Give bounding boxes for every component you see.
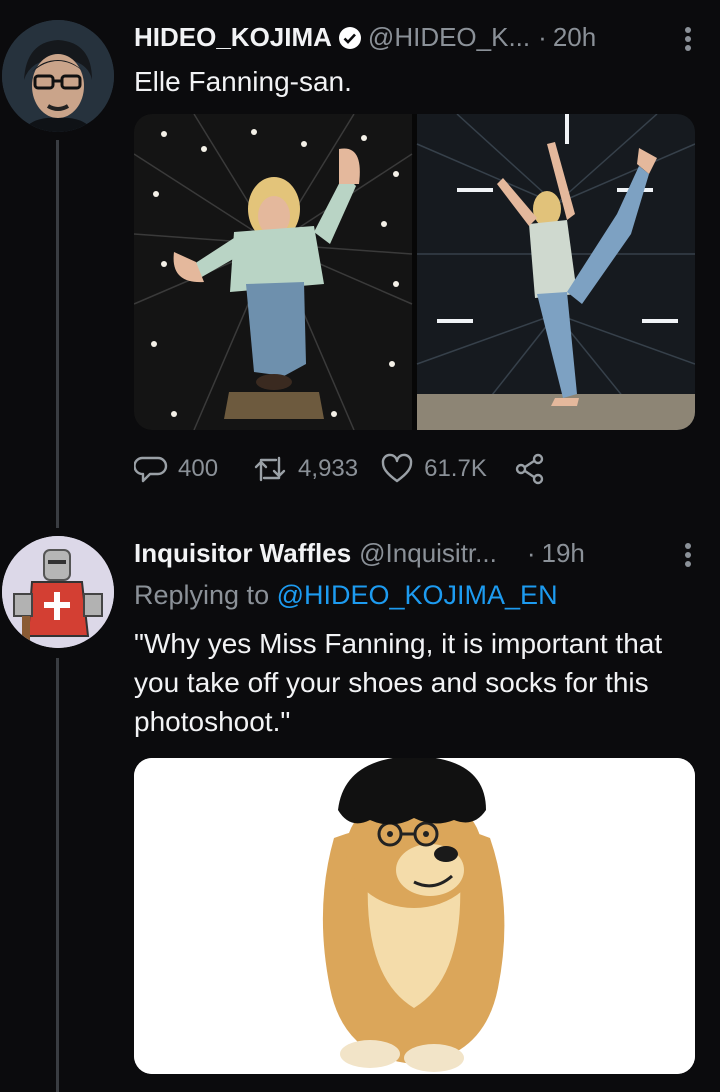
retweet-button[interactable]: 4,933 xyxy=(252,452,358,486)
media-image[interactable] xyxy=(134,758,695,1074)
avatar-kojima[interactable] xyxy=(2,20,114,132)
kojima-portrait xyxy=(2,20,114,132)
right-photo xyxy=(416,114,695,430)
share-icon xyxy=(515,453,544,485)
tweet-text: "Why yes Miss Fanning, it is important t… xyxy=(134,628,663,737)
photo-elle-fanning[interactable] xyxy=(134,114,695,430)
separator-dot: · xyxy=(526,538,536,568)
doge-kojima-image[interactable] xyxy=(134,758,695,1074)
more-icon[interactable] xyxy=(684,542,692,574)
display-name[interactable]: Inquisitor Waffles xyxy=(134,538,351,569)
like-button[interactable]: 61.7K xyxy=(380,452,487,486)
more-icon[interactable] xyxy=(684,26,692,58)
knight-avatar xyxy=(2,536,114,648)
tweet-text: Elle Fanning-san. xyxy=(134,66,352,97)
replying-handle-link[interactable]: @HIDEO_KOJIMA_EN xyxy=(277,580,558,610)
avatar-inquisitor[interactable] xyxy=(2,536,114,648)
handle[interactable]: @HIDEO_K... xyxy=(368,22,530,53)
media-grid[interactable] xyxy=(134,114,695,430)
action-bar: 400 4,933 61.7K xyxy=(134,452,581,486)
like-icon xyxy=(381,453,413,483)
timestamp[interactable]: 19h xyxy=(542,538,585,569)
share-button[interactable] xyxy=(513,452,557,486)
separator-dot: · xyxy=(538,22,547,52)
tweet-header: Inquisitor Waffles @Inquisitr... · 19h xyxy=(134,538,585,569)
verified-icon xyxy=(338,26,362,50)
display-name[interactable]: HIDEO_KOJIMA xyxy=(134,22,332,53)
tweet-kojima[interactable]: HIDEO_KOJIMA @HIDEO_K... · 20h Elle Fann… xyxy=(0,0,720,520)
reply-button[interactable]: 400 xyxy=(134,452,218,486)
tweet-header: HIDEO_KOJIMA @HIDEO_K... · 20h xyxy=(134,22,596,53)
reply-count: 400 xyxy=(178,455,219,482)
tweet-inquisitor[interactable]: Inquisitor Waffles @Inquisitr... · 19h R… xyxy=(0,520,720,1092)
handle[interactable]: @Inquisitr... xyxy=(359,538,497,569)
retweet-icon xyxy=(254,456,286,482)
like-count: 61.7K xyxy=(424,455,487,482)
replying-to: Replying to @HIDEO_KOJIMA_EN xyxy=(134,576,694,615)
replying-prefix: Replying to xyxy=(134,580,277,610)
reply-icon xyxy=(134,456,168,483)
timestamp[interactable]: 20h xyxy=(553,22,596,53)
retweet-count: 4,933 xyxy=(298,455,359,482)
left-photo xyxy=(134,114,413,430)
